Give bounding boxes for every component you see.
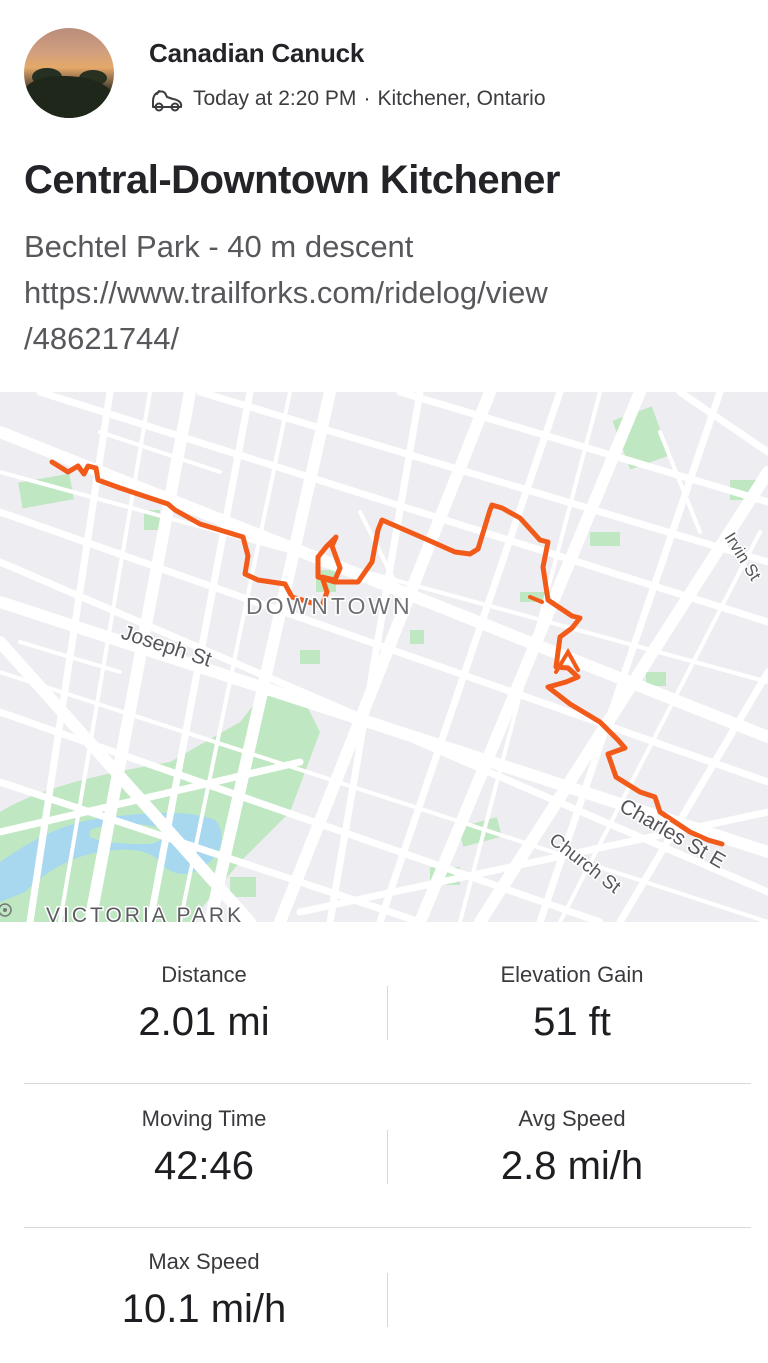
activity-meta: Today at 2:20 PM · Kitchener, Ontario	[149, 84, 546, 114]
stat-value: 2.8 mi/h	[500, 1144, 644, 1188]
stats-row-divider	[24, 1083, 751, 1084]
stat-label: Max Speed	[148, 1249, 260, 1274]
stat-divider	[387, 1130, 388, 1184]
stats-row-divider	[24, 1227, 751, 1228]
description-link[interactable]: https://www.trailforks.com/ridelog/view	[24, 270, 724, 316]
user-name[interactable]: Canadian Canuck	[149, 38, 364, 69]
stat-max-speed: Max Speed 10.1 mi/h	[24, 1249, 384, 1332]
stat-distance: Distance 2.01 mi	[24, 962, 384, 1045]
stat-value: 42:46	[153, 1144, 255, 1188]
map-label-downtown: DOWNTOWN	[246, 593, 413, 619]
map-label-victoria-park: VICTORIA PARK	[46, 904, 244, 922]
stat-label: Avg Speed	[518, 1106, 626, 1131]
description-link[interactable]: /48621744/	[24, 316, 724, 362]
stat-divider	[387, 1273, 388, 1327]
stat-moving-time: Moving Time 42:46	[24, 1106, 384, 1189]
meta-separator: ·	[363, 87, 371, 110]
stat-label: Distance	[161, 962, 247, 987]
route-map[interactable]: DOWNTOWN Joseph St Charles St E Church S…	[0, 392, 768, 922]
stat-elevation-gain: Elevation Gain 51 ft	[392, 962, 752, 1045]
stat-label: Moving Time	[141, 1106, 267, 1131]
bike-icon	[152, 90, 183, 112]
stat-label: Elevation Gain	[500, 962, 644, 987]
activity-description: Bechtel Park - 40 m descent https://www.…	[24, 224, 724, 362]
stat-value: 10.1 mi/h	[121, 1287, 287, 1331]
activity-title[interactable]: Central-Downtown Kitchener	[24, 158, 560, 203]
activity-stats: Distance 2.01 mi Elevation Gain 51 ft Mo…	[0, 922, 768, 1363]
stat-divider	[387, 986, 388, 1040]
description-line: Bechtel Park - 40 m descent	[24, 229, 414, 264]
activity-header: Canadian Canuck Today at 2:20 PM · Kitch…	[0, 0, 768, 380]
activity-time: Today at 2:20 PM	[193, 87, 357, 110]
avatar[interactable]	[24, 28, 114, 118]
activity-location: Kitchener, Ontario	[377, 87, 546, 110]
stat-avg-speed: Avg Speed 2.8 mi/h	[392, 1106, 752, 1189]
stat-value: 2.01 mi	[138, 1000, 270, 1044]
stat-value: 51 ft	[533, 1000, 611, 1044]
